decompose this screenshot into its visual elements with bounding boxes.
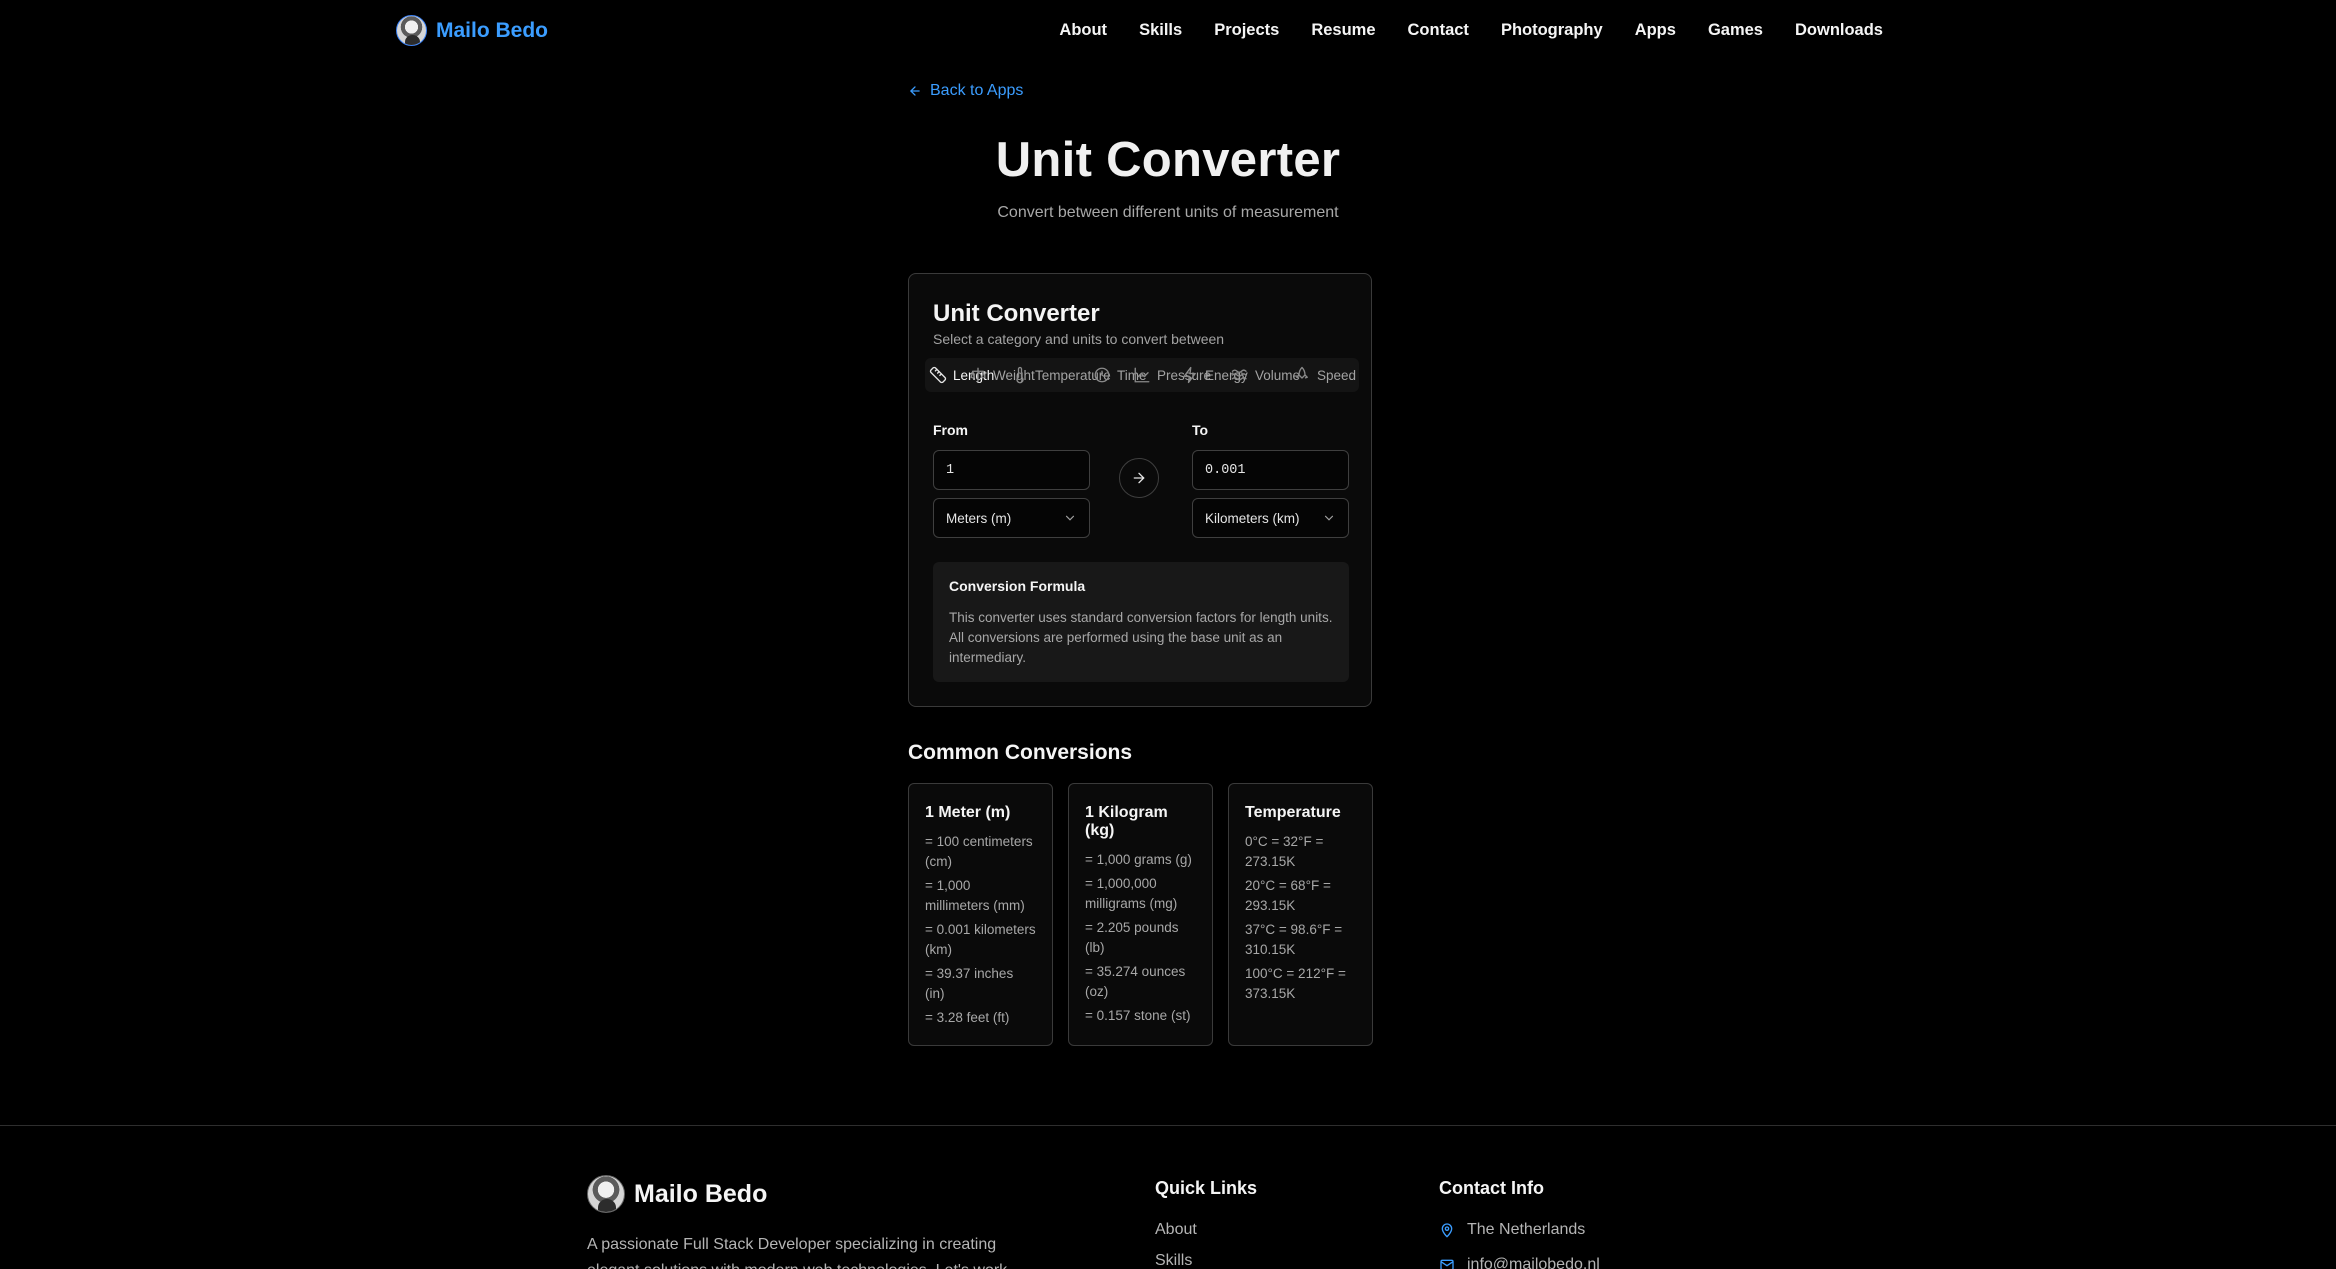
contact-email[interactable]: info@mailobedo.nl — [1439, 1256, 1600, 1269]
chevron-down-icon — [1324, 515, 1334, 521]
quick-links-title: Quick Links — [1155, 1178, 1258, 1198]
formula-title: Conversion Formula — [949, 578, 1086, 594]
from-unit-select[interactable]: Meters (m) — [933, 498, 1090, 538]
conversion-formula-box: Conversion Formula This converter uses s… — [933, 562, 1349, 682]
thermometer-icon — [1016, 366, 1024, 384]
conversion-line: = 1,000 millimeters (mm) — [925, 878, 1025, 913]
footer-about-text: A passionate Full Stack Developer specia… — [587, 1236, 1007, 1269]
nav-link-skills[interactable]: Skills — [1139, 21, 1182, 40]
conversion-line: = 100 centimeters (cm) — [925, 834, 1033, 869]
conversion-card-title: 1 Meter (m) — [925, 804, 1011, 821]
avatar — [587, 1175, 625, 1213]
arrow-right-icon — [1133, 472, 1145, 484]
converter-title: Unit Converter — [933, 300, 1100, 327]
from-unit-value: Meters (m) — [946, 510, 1012, 526]
tab-volume[interactable]: Volume — [1231, 358, 1300, 392]
mail-icon — [1440, 1259, 1454, 1269]
nav-link-projects[interactable]: Projects — [1214, 21, 1279, 40]
footer-brand: Mailo Bedo — [587, 1175, 767, 1213]
formula-text: This converter uses standard conversion … — [949, 610, 1333, 665]
waves-icon — [1231, 369, 1247, 381]
nav-link-contact[interactable]: Contact — [1408, 21, 1469, 40]
footer-link-about[interactable]: About — [1155, 1221, 1197, 1239]
arrow-left-icon — [910, 86, 920, 96]
from-label: From — [933, 422, 968, 438]
to-unit-value: Kilometers (km) — [1205, 510, 1300, 526]
scale-icon — [970, 367, 986, 383]
conversion-line: 0°C = 32°F = 273.15K — [1245, 834, 1324, 869]
to-label: To — [1192, 422, 1209, 438]
location-text: The Netherlands — [1467, 1221, 1586, 1238]
back-link-label: Back to Apps — [930, 82, 1024, 99]
conversion-line: = 39.37 inches (in) — [925, 966, 1014, 1001]
converter-card: Unit Converter Select a category and uni… — [908, 273, 1372, 707]
conversion-line: 20°C = 68°F = 293.15K — [1245, 878, 1331, 913]
to-value-output[interactable]: 0.001 — [1192, 450, 1349, 490]
footer-brand-name: Mailo Bedo — [634, 1179, 768, 1208]
common-conversions-title: Common Conversions — [908, 741, 1133, 764]
map-pin-icon — [1441, 1223, 1453, 1238]
tab-label: Speed — [1317, 367, 1357, 383]
nav-link-photography[interactable]: Photography — [1501, 21, 1603, 40]
chevron-down-icon — [1065, 515, 1075, 521]
rocket-icon — [1296, 366, 1308, 379]
conversion-line: = 3.28 feet (ft) — [925, 1010, 1010, 1025]
from-value-input[interactable]: 1 — [933, 450, 1090, 490]
conversion-line: 100°C = 212°F = 373.15K — [1245, 966, 1346, 1001]
email-text: info@mailobedo.nl — [1467, 1256, 1600, 1269]
clock-icon — [1094, 367, 1110, 383]
contact-location: The Netherlands — [1439, 1221, 1585, 1239]
to-unit-select[interactable]: Kilometers (km) — [1192, 498, 1349, 538]
brand-name: Mailo Bedo — [436, 18, 549, 42]
gauge-icon — [1134, 367, 1150, 383]
conversion-line: = 35.274 ounces (oz) — [1085, 964, 1186, 999]
nav-link-apps[interactable]: Apps — [1635, 21, 1676, 40]
category-tabs: Length Weight Temperature Time Pressure … — [925, 358, 1359, 392]
conversion-card-meter: 1 Meter (m) = 100 centimeters (cm) = 1,0… — [908, 783, 1053, 1046]
swap-units-button[interactable] — [1119, 458, 1159, 498]
footer-link-skills[interactable]: Skills — [1155, 1252, 1192, 1269]
nav-menu: About Skills Projects Resume Contact Pho… — [1059, 21, 1883, 40]
conversion-line: = 0.157 stone (st) — [1085, 1008, 1191, 1023]
converter-description: Select a category and units to convert b… — [933, 331, 1225, 347]
conversion-line: = 2.205 pounds (lb) — [1085, 920, 1179, 955]
back-to-apps-link[interactable]: Back to Apps — [908, 82, 1023, 100]
top-navbar: Mailo Bedo About Skills Projects Resume … — [0, 0, 2336, 62]
conversion-card-title: 1 Kilogram (kg) — [1085, 804, 1168, 839]
conversion-card-title: Temperature — [1245, 804, 1341, 821]
conversion-card-temperature: Temperature 0°C = 32°F = 273.15K 20°C = … — [1228, 783, 1373, 1046]
tab-speed[interactable]: Speed — [1293, 358, 1356, 392]
nav-link-about[interactable]: About — [1059, 21, 1107, 40]
nav-link-resume[interactable]: Resume — [1311, 21, 1375, 40]
conversion-card-kilogram: 1 Kilogram (kg) = 1,000 grams (g) = 1,00… — [1068, 783, 1213, 1046]
brand-logo-link[interactable]: Mailo Bedo — [396, 15, 548, 46]
footer-divider — [0, 1125, 2336, 1126]
conversion-line: 37°C = 98.6°F = 310.15K — [1245, 922, 1343, 957]
conversion-line: = 0.001 kilometers (km) — [925, 922, 1036, 957]
nav-link-games[interactable]: Games — [1708, 21, 1763, 40]
page-title: Unit Converter — [995, 133, 1341, 187]
ruler-icon — [929, 366, 947, 384]
zap-icon — [1183, 366, 1196, 384]
nav-link-downloads[interactable]: Downloads — [1795, 21, 1883, 40]
avatar — [396, 15, 427, 46]
conversion-line: = 1,000 grams (g) — [1085, 852, 1192, 867]
page-subtitle: Convert between different units of measu… — [997, 204, 1339, 221]
contact-info-title: Contact Info — [1439, 1178, 1544, 1198]
conversion-line: = 1,000,000 milligrams (mg) — [1085, 876, 1178, 911]
